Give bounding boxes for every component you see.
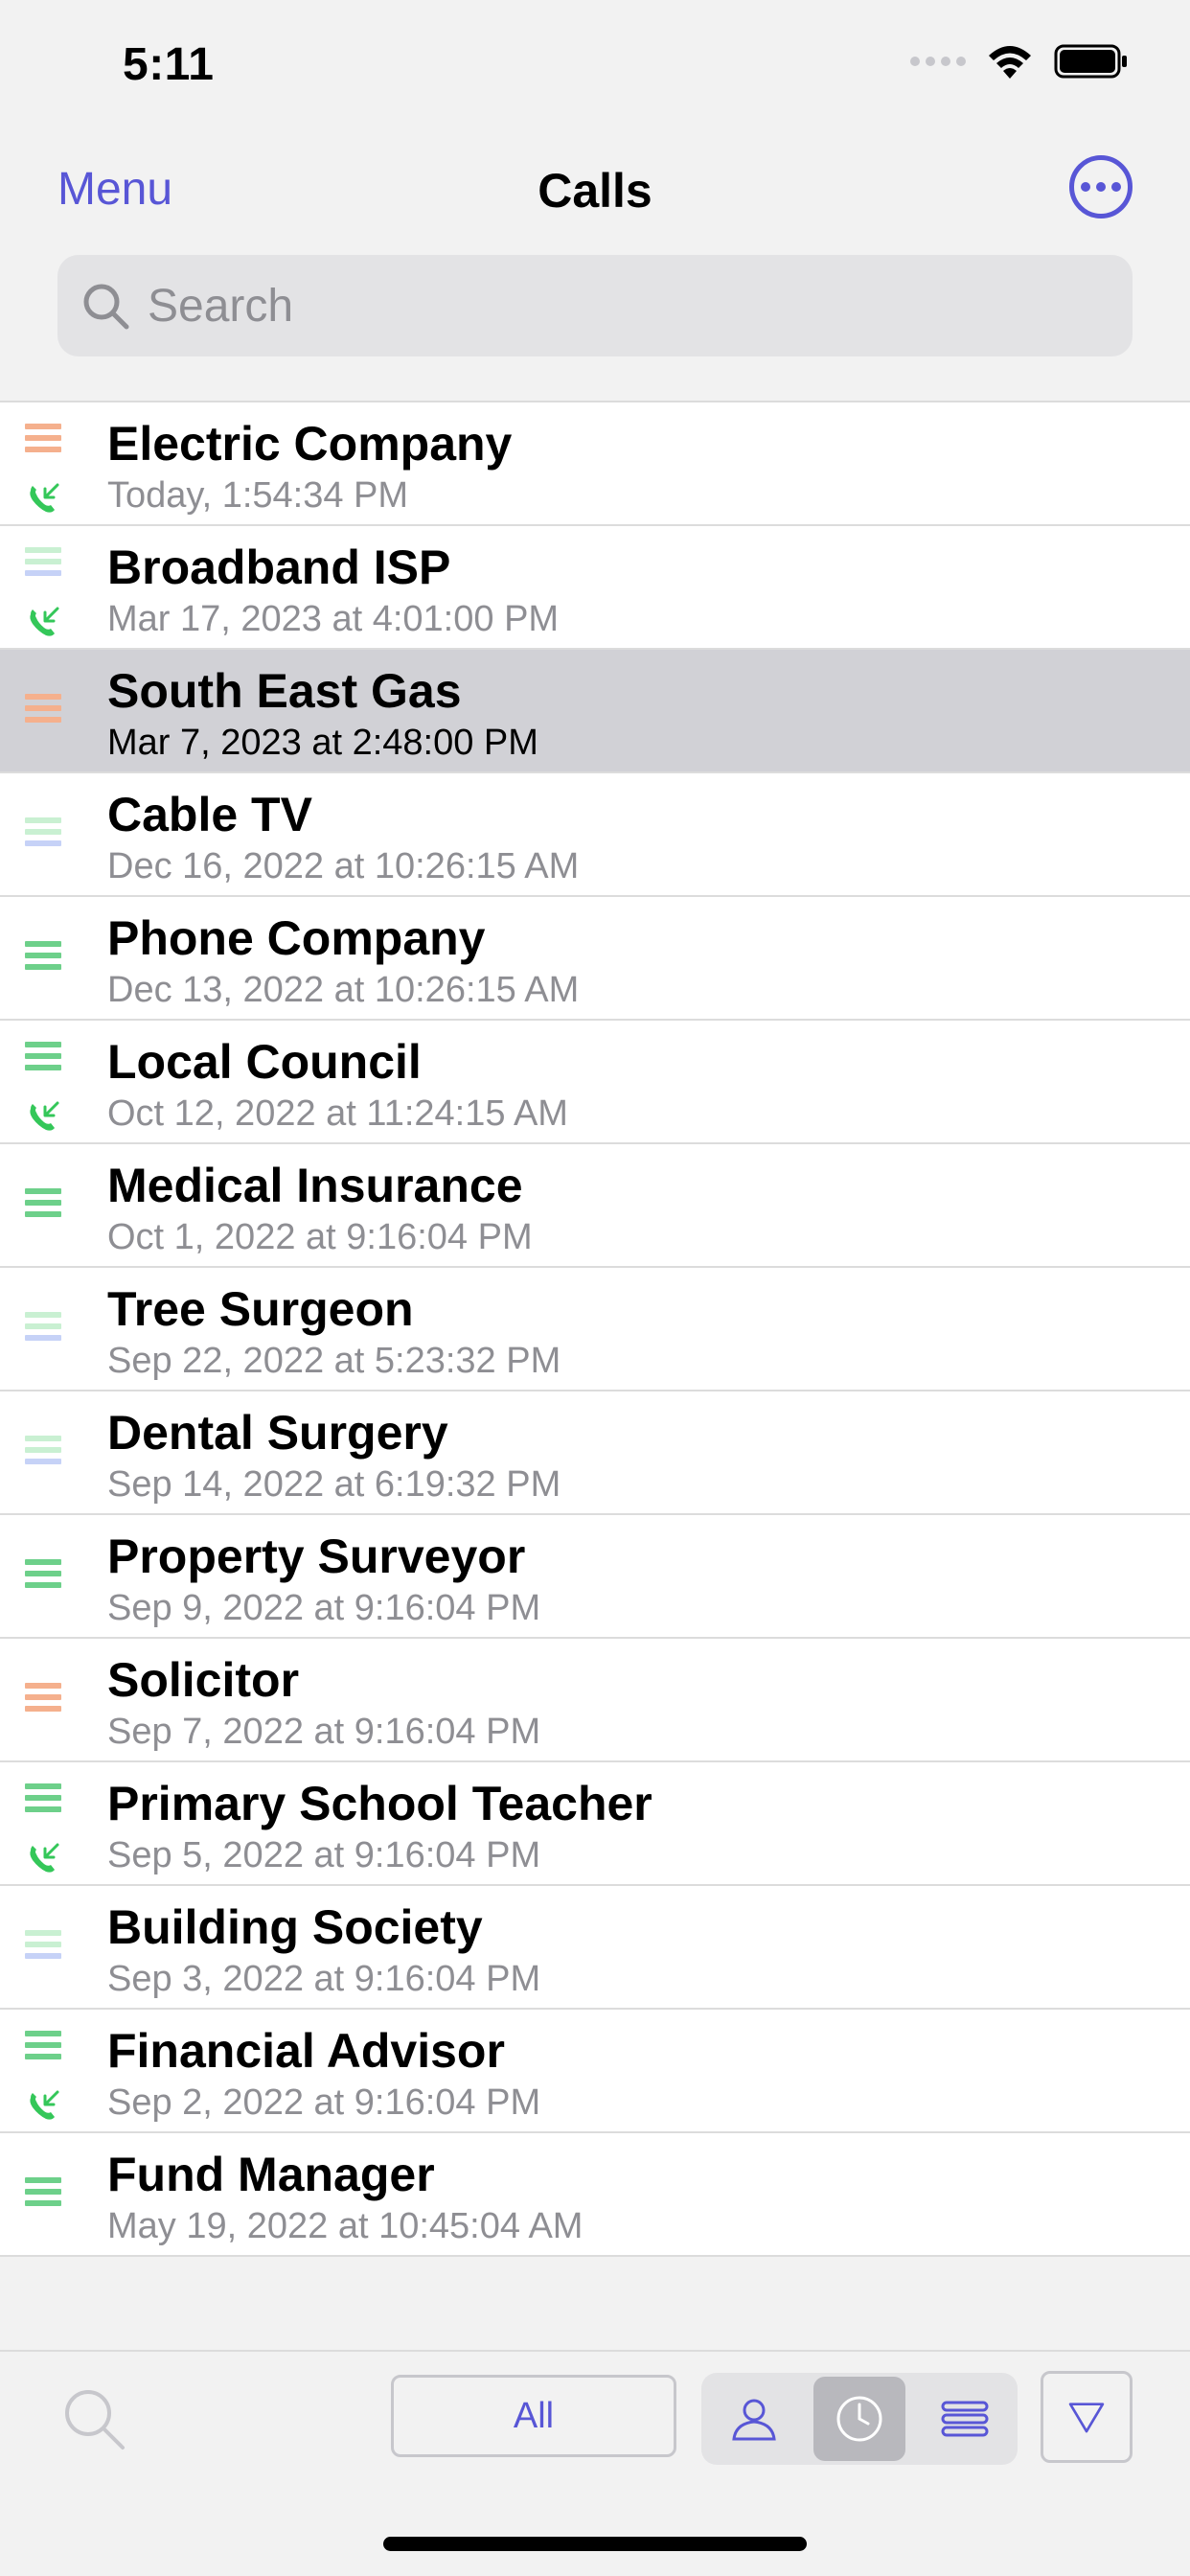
call-contact-name: Medical Insurance <box>107 1159 523 1212</box>
more-options-button[interactable] <box>1069 155 1133 218</box>
priority-indicator-icon <box>25 694 61 728</box>
call-contact-name: Tree Surgeon <box>107 1282 414 1336</box>
wifi-icon <box>989 46 1031 79</box>
call-row[interactable]: Tree Surgeon Sep 22, 2022 at 5:23:32 PM <box>0 1268 1190 1392</box>
segment-recents[interactable] <box>813 2377 905 2461</box>
priority-indicator-icon <box>25 1930 61 1965</box>
priority-indicator-icon <box>25 817 61 852</box>
call-timestamp: Mar 7, 2023 at 2:48:00 PM <box>107 723 538 763</box>
filter-button[interactable] <box>1041 2371 1133 2463</box>
call-timestamp: Sep 14, 2022 at 6:19:32 PM <box>107 1464 561 1505</box>
call-row[interactable]: Solicitor Sep 7, 2022 at 9:16:04 PM <box>0 1639 1190 1762</box>
call-timestamp: Sep 7, 2022 at 9:16:04 PM <box>107 1712 541 1752</box>
clock-icon <box>836 2396 882 2442</box>
priority-indicator-icon <box>25 1783 61 1818</box>
call-timestamp: Oct 1, 2022 at 9:16:04 PM <box>107 1217 533 1257</box>
priority-indicator-icon <box>25 1559 61 1594</box>
call-timestamp: Mar 17, 2023 at 4:01:00 PM <box>107 599 560 639</box>
status-time: 5:11 <box>123 39 215 90</box>
status-bar: 5:11 <box>0 0 1190 134</box>
incoming-call-icon <box>30 2090 59 2120</box>
priority-indicator-icon <box>25 547 61 582</box>
call-timestamp: Oct 12, 2022 at 11:24:15 AM <box>107 1093 568 1134</box>
call-contact-name: Primary School Teacher <box>107 1777 652 1830</box>
call-row[interactable]: South East Gas Mar 7, 2023 at 2:48:00 PM <box>0 650 1190 773</box>
call-row[interactable]: Phone Company Dec 13, 2022 at 10:26:15 AM <box>0 897 1190 1021</box>
home-indicator <box>383 2537 807 2551</box>
incoming-call-icon <box>30 483 59 513</box>
priority-indicator-icon <box>25 2177 61 2212</box>
call-contact-name: Broadband ISP <box>107 540 451 594</box>
filter-all-button[interactable]: All <box>391 2375 676 2457</box>
person-icon <box>732 2399 776 2441</box>
call-contact-name: Phone Company <box>107 911 486 965</box>
search-icon <box>83 284 129 330</box>
call-contact-name: Solicitor <box>107 1653 300 1707</box>
priority-indicator-icon <box>25 2031 61 2065</box>
call-row[interactable]: Medical Insurance Oct 1, 2022 at 9:16:04 … <box>0 1144 1190 1268</box>
call-contact-name: Cable TV <box>107 788 312 841</box>
list-icon <box>941 2401 989 2437</box>
page-title: Calls <box>538 164 652 218</box>
search-icon[interactable] <box>61 2386 128 2453</box>
call-timestamp: May 19, 2022 at 10:45:04 AM <box>107 2206 584 2246</box>
call-timestamp: Sep 22, 2022 at 5:23:32 PM <box>107 1341 561 1381</box>
call-contact-name: Financial Advisor <box>107 2024 505 2078</box>
menu-button[interactable]: Menu <box>57 163 172 216</box>
calls-list[interactable]: Electric Company Today, 1:54:34 PM Broadba… <box>0 401 1190 2257</box>
call-timestamp: Sep 5, 2022 at 9:16:04 PM <box>107 1835 541 1875</box>
priority-indicator-icon <box>25 1683 61 1717</box>
call-timestamp: Dec 16, 2022 at 10:26:15 AM <box>107 846 580 886</box>
call-row[interactable]: Financial Advisor Sep 2, 2022 at 9:16:04 … <box>0 2010 1190 2133</box>
priority-indicator-icon <box>25 1042 61 1076</box>
call-row[interactable]: Electric Company Today, 1:54:34 PM <box>0 402 1190 526</box>
status-indicators <box>910 42 1129 80</box>
call-timestamp: Sep 3, 2022 at 9:16:04 PM <box>107 1959 541 1999</box>
battery-icon <box>1054 44 1127 79</box>
call-contact-name: Fund Manager <box>107 2148 435 2201</box>
call-contact-name: Property Surveyor <box>107 1530 526 1583</box>
call-row[interactable]: Local Council Oct 12, 2022 at 11:24:15 AM <box>0 1021 1190 1144</box>
call-contact-name: Building Society <box>107 1900 483 1954</box>
incoming-call-icon <box>30 1843 59 1873</box>
view-segmented-control[interactable] <box>701 2373 1018 2465</box>
priority-indicator-icon <box>25 941 61 976</box>
segment-list[interactable] <box>912 2373 1018 2465</box>
call-row[interactable]: Fund Manager May 19, 2022 at 10:45:04 AM <box>0 2133 1190 2257</box>
call-contact-name: Local Council <box>107 1035 422 1089</box>
call-row[interactable]: Dental Surgery Sep 14, 2022 at 6:19:32 PM <box>0 1392 1190 1515</box>
call-timestamp: Today, 1:54:34 PM <box>107 475 409 516</box>
ellipsis-icon <box>1081 182 1090 192</box>
incoming-call-icon <box>30 1101 59 1131</box>
call-contact-name: Dental Surgery <box>107 1406 448 1460</box>
navigation-bar: Menu Calls <box>0 144 1190 240</box>
call-row[interactable]: Property Surveyor Sep 9, 2022 at 9:16:04 … <box>0 1515 1190 1639</box>
triangle-down-icon <box>1068 2403 1105 2433</box>
search-bar[interactable] <box>57 255 1133 356</box>
priority-indicator-icon <box>25 1312 61 1346</box>
call-contact-name: South East Gas <box>107 664 462 718</box>
call-row[interactable]: Primary School Teacher Sep 5, 2022 at 9:1… <box>0 1762 1190 1886</box>
call-timestamp: Sep 9, 2022 at 9:16:04 PM <box>107 1588 541 1628</box>
call-timestamp: Dec 13, 2022 at 10:26:15 AM <box>107 970 580 1010</box>
call-row[interactable]: Broadband ISP Mar 17, 2023 at 4:01:00 PM <box>0 526 1190 650</box>
call-row[interactable]: Building Society Sep 3, 2022 at 9:16:04 P… <box>0 1886 1190 2010</box>
priority-indicator-icon <box>25 1188 61 1223</box>
call-row[interactable]: Cable TV Dec 16, 2022 at 10:26:15 AM <box>0 773 1190 897</box>
call-timestamp: Sep 2, 2022 at 9:16:04 PM <box>107 2082 541 2123</box>
priority-indicator-icon <box>25 1436 61 1470</box>
incoming-call-icon <box>30 607 59 636</box>
cellular-signal-icon <box>910 57 966 66</box>
search-input[interactable] <box>148 279 1010 333</box>
segment-contacts[interactable] <box>701 2373 807 2465</box>
priority-indicator-icon <box>25 424 61 458</box>
call-contact-name: Electric Company <box>107 417 513 471</box>
